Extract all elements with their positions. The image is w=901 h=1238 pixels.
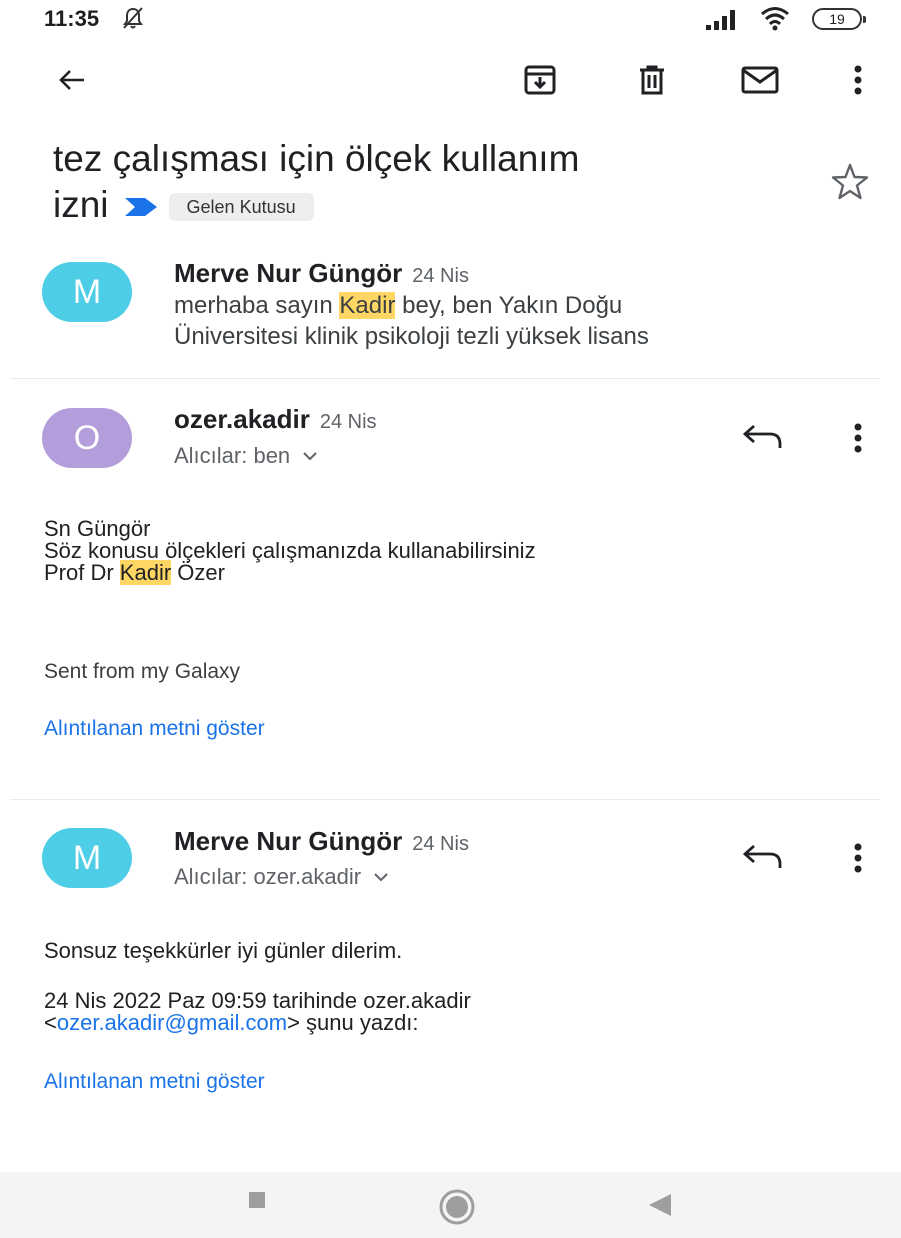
delete-icon[interactable] — [630, 58, 674, 102]
body-text: Özer — [171, 560, 225, 585]
reply-icon[interactable] — [740, 840, 784, 876]
avatar-letter: O — [73, 418, 101, 457]
message-date: 24 Nis — [412, 265, 469, 287]
recipients-toggle[interactable]: Alıcılar: ben — [174, 443, 318, 469]
body-line: Söz konusu ölçekleri çalışmanızda kullan… — [44, 538, 536, 563]
mute-icon — [123, 7, 143, 29]
quote-tail: > şunu yazdı: — [287, 1010, 419, 1035]
recents-icon[interactable] — [247, 1190, 267, 1210]
more-vert-icon[interactable] — [848, 840, 868, 876]
subject-line-1: tez çalışması için ölçek kullanım — [53, 138, 580, 179]
mark-unread-icon[interactable] — [738, 58, 782, 102]
avatar-letter: M — [72, 272, 102, 311]
snippet-line-2: Üniversitesi klinik psikoloji tezli yüks… — [174, 323, 649, 350]
divider — [10, 378, 880, 379]
recipients-text: Alıcılar: ozer.akadir — [174, 864, 362, 889]
avatar-letter: M — [72, 838, 102, 877]
message-snippet: merhaba sayın Kadir bey, ben Yakın Doğu … — [174, 290, 854, 352]
avatar: M — [42, 828, 132, 888]
show-quoted-text-link[interactable]: Alıntılanan metni göster — [44, 717, 265, 741]
quote-header-line: 24 Nis 2022 Paz 09:59 tarihinde ozer.aka… — [44, 988, 471, 1013]
search-highlight: Kadir — [339, 292, 396, 319]
top-toolbar — [0, 50, 901, 110]
recipients-text: Alıcılar: ben — [174, 443, 291, 468]
email-link[interactable]: ozer.akadir@gmail.com — [57, 1010, 287, 1035]
battery-icon: 19 — [812, 8, 866, 30]
sender-name: Merve Nur Güngör 24 Nis — [174, 826, 469, 857]
avatar: O — [42, 408, 132, 468]
back-arrow-icon[interactable] — [50, 58, 94, 102]
snippet-text: bey, ben Yakın Doğu — [395, 292, 623, 319]
subject-line-2: izni — [53, 184, 109, 225]
message-body: Sn Güngör Söz konusu ölçekleri çalışmanı… — [44, 516, 536, 585]
chevron-down-icon — [374, 873, 388, 882]
body-text: Prof Dr — [44, 560, 120, 585]
avatar: M — [42, 262, 132, 322]
signature: Sent from my Galaxy — [44, 660, 241, 683]
back-icon[interactable] — [647, 1192, 673, 1218]
search-highlight: Kadir — [119, 560, 172, 585]
sender-name-text: ozer.akadir — [174, 404, 310, 434]
status-time: 11:35 — [44, 6, 100, 31]
inbox-label-chip[interactable]: Gelen Kutusu — [168, 193, 314, 222]
wifi-icon — [761, 7, 789, 31]
sender-name-text: Merve Nur Güngör — [174, 826, 403, 856]
important-marker-icon[interactable] — [123, 196, 159, 218]
body-line: Sonsuz teşekkürler iyi günler dilerim. — [44, 938, 403, 963]
sender-name-text: Merve Nur Güngör — [174, 258, 403, 288]
quote-bracket: < — [44, 1010, 57, 1035]
body-line: Sn Güngör — [44, 516, 151, 541]
system-nav-bar — [0, 1172, 901, 1238]
more-vert-icon[interactable] — [836, 58, 880, 102]
more-vert-icon[interactable] — [848, 420, 868, 456]
star-icon[interactable] — [828, 160, 872, 204]
chevron-down-icon — [303, 452, 317, 461]
signal-icon — [706, 10, 735, 30]
message-date: 24 Nis — [412, 833, 469, 855]
reply-icon[interactable] — [740, 420, 784, 456]
message-date: 24 Nis — [319, 411, 377, 433]
recipients-toggle[interactable]: Alıcılar: ozer.akadir — [174, 864, 389, 890]
sender-name: ozer.akadir 24 Nis — [174, 404, 377, 435]
show-quoted-text-link[interactable]: Alıntılanan metni göster — [44, 1070, 265, 1094]
archive-icon[interactable] — [518, 58, 562, 102]
sender-name: Merve Nur Güngör 24 Nis — [174, 258, 469, 289]
status-bar: 11:35 19 — [0, 0, 901, 40]
battery-level: 19 — [829, 11, 845, 27]
message-body: Sonsuz teşekkürler iyi günler dilerim. — [44, 940, 402, 962]
home-icon[interactable] — [437, 1187, 477, 1227]
thread-subject: tez çalışması için ölçek kullanım izni Ge… — [53, 136, 813, 228]
divider — [10, 799, 880, 800]
quote-header: 24 Nis 2022 Paz 09:59 tarihinde ozer.aka… — [44, 990, 471, 1034]
snippet-text: merhaba sayın — [174, 292, 340, 319]
